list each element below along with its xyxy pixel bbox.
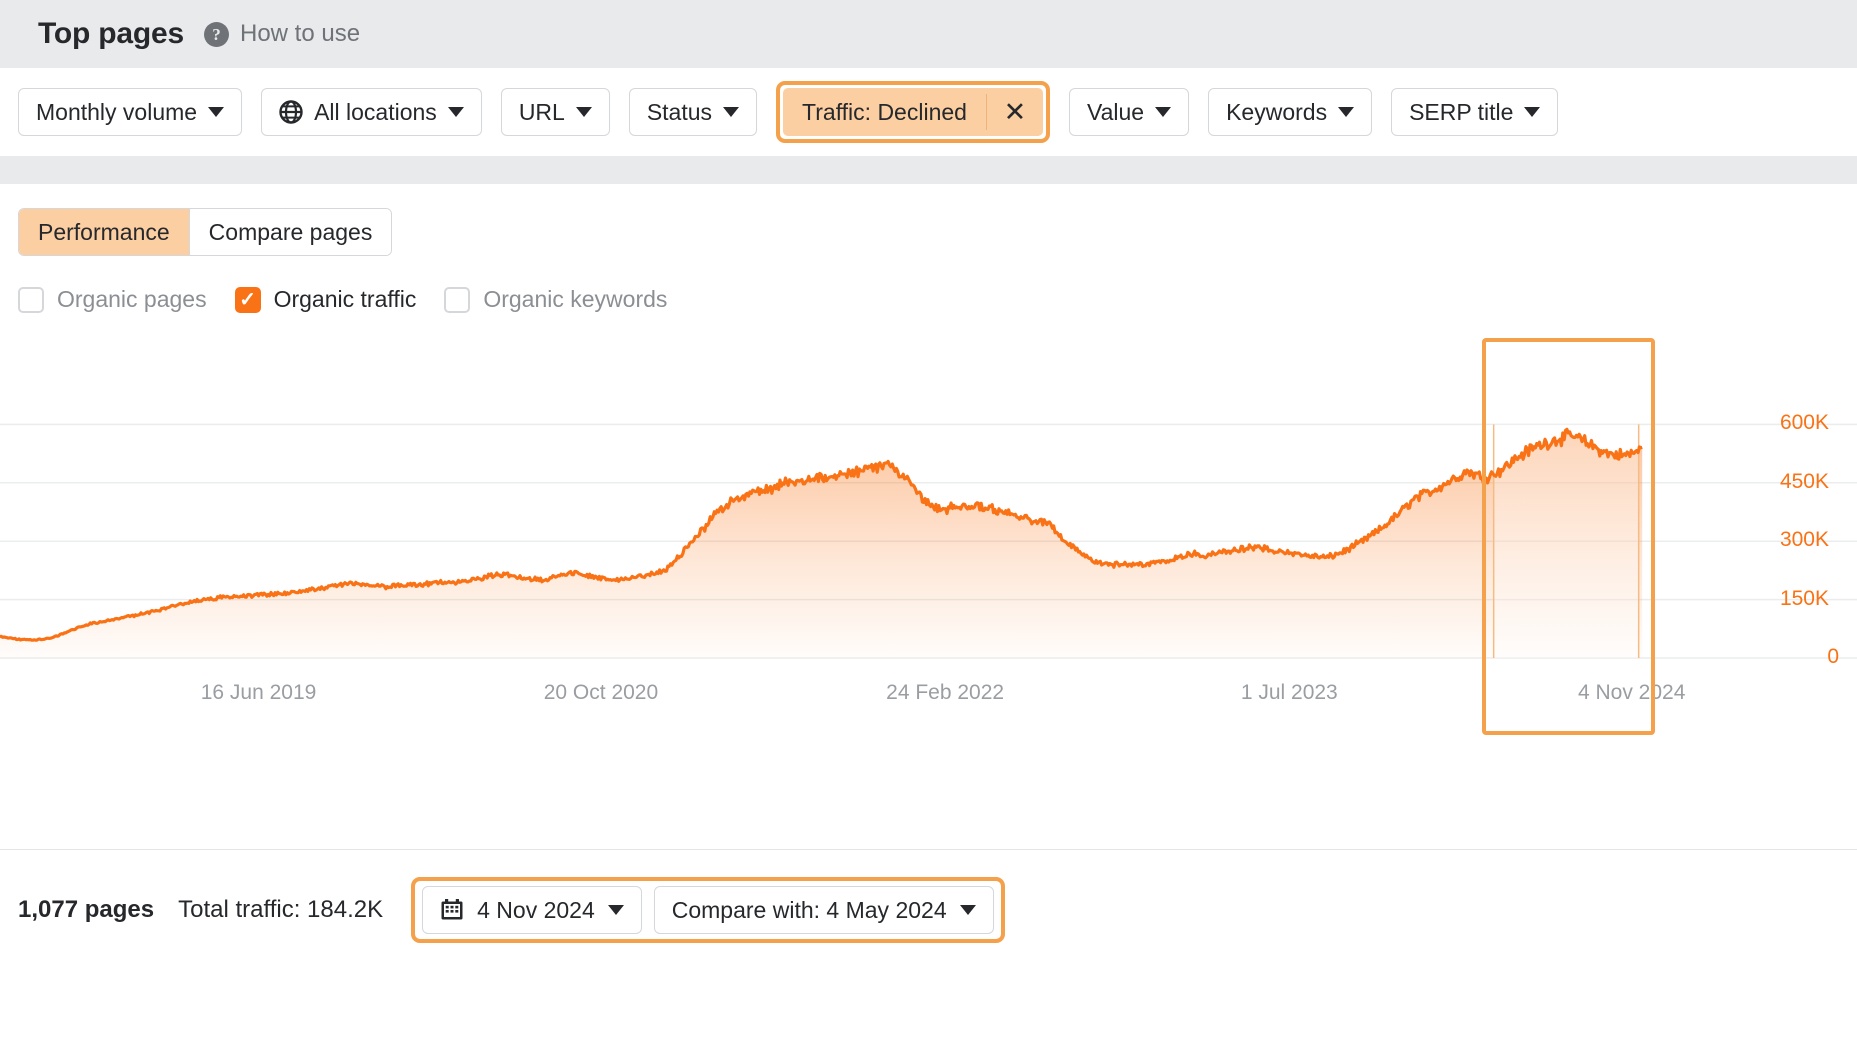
filter-value[interactable]: Value [1069, 88, 1189, 136]
view-tabs: Performance Compare pages [18, 208, 392, 256]
checkbox-label: Organic traffic [274, 286, 417, 313]
chevron-down-icon [448, 107, 464, 117]
checkbox-label: Organic keywords [483, 286, 667, 313]
chevron-down-icon [208, 107, 224, 117]
date-picker-button[interactable]: 4 Nov 2024 [422, 886, 642, 934]
checkbox-organic-keywords[interactable]: Organic keywords [444, 286, 667, 313]
filter-bar: Monthly volume All locations URL Status [0, 68, 1857, 156]
filter-status[interactable]: Status [629, 88, 757, 136]
checkbox-box-checked[interactable] [235, 287, 261, 313]
filter-serp-title[interactable]: SERP title [1391, 88, 1558, 136]
filter-traffic-declined[interactable]: Traffic: Declined ✕ [783, 88, 1043, 136]
active-filter-label: Traffic: Declined [783, 88, 986, 136]
date-picker-label: 4 Nov 2024 [477, 897, 595, 924]
page-header: Top pages ? How to use [0, 0, 1857, 68]
close-x-icon[interactable]: ✕ [987, 88, 1043, 136]
x-axis-tick: 20 Oct 2020 [544, 681, 658, 705]
filter-label: URL [519, 99, 565, 126]
chevron-down-icon [1338, 107, 1354, 117]
filter-label: SERP title [1409, 99, 1513, 126]
tabs-row: Performance Compare pages [0, 184, 1857, 256]
total-traffic: Total traffic: 184.2K [178, 896, 383, 924]
compare-date-label: Compare with: 4 May 2024 [672, 897, 947, 924]
checkbox-label: Organic pages [57, 286, 207, 313]
chevron-down-icon [960, 905, 976, 915]
traffic-chart[interactable]: 0150K300K450K600K 16 Jun 201920 Oct 2020… [0, 351, 1857, 821]
x-axis-tick: 1 Jul 2023 [1241, 681, 1338, 705]
filter-label: Value [1087, 99, 1144, 126]
checkbox-box[interactable] [18, 287, 44, 313]
page-title: Top pages [38, 17, 184, 51]
x-axis-tick: 4 Nov 2024 [1578, 681, 1685, 705]
calendar-icon [440, 898, 464, 922]
checkbox-box[interactable] [444, 287, 470, 313]
chevron-down-icon [576, 107, 592, 117]
chevron-down-icon [723, 107, 739, 117]
filter-label: Status [647, 99, 712, 126]
tab-compare-pages[interactable]: Compare pages [189, 209, 392, 255]
how-to-use-label: How to use [240, 20, 360, 48]
chevron-down-icon [1524, 107, 1540, 117]
checkbox-organic-traffic[interactable]: Organic traffic [235, 286, 417, 313]
metric-toggles: Organic pages Organic traffic Organic ke… [0, 256, 1857, 313]
tab-performance[interactable]: Performance [19, 209, 189, 255]
section-divider-strip [0, 156, 1857, 184]
date-controls-highlight: 4 Nov 2024 Compare with: 4 May 2024 [411, 877, 1005, 943]
filter-keywords[interactable]: Keywords [1208, 88, 1372, 136]
filter-label: Keywords [1226, 99, 1327, 126]
filter-url[interactable]: URL [501, 88, 610, 136]
globe-icon [279, 100, 303, 124]
chart-x-axis: 16 Jun 2019 20 Oct 2020 24 Feb 2022 1 Jul 2… [0, 351, 1857, 821]
bottom-bar: 1,077 pages Total traffic: 184.2K [0, 850, 1857, 943]
chevron-down-icon [1155, 107, 1171, 117]
active-filter-highlight: Traffic: Declined ✕ [776, 81, 1050, 143]
pages-count: 1,077 pages [18, 896, 154, 924]
chevron-down-icon [608, 905, 624, 915]
x-axis-tick: 24 Feb 2022 [886, 681, 1004, 705]
top-pages-screen: Top pages ? How to use Monthly volume Al… [0, 0, 1857, 1052]
question-mark-icon: ? [204, 22, 229, 47]
checkbox-organic-pages[interactable]: Organic pages [18, 286, 207, 313]
filter-all-locations[interactable]: All locations [261, 88, 482, 136]
filter-label: Monthly volume [36, 99, 197, 126]
filter-monthly-volume[interactable]: Monthly volume [18, 88, 242, 136]
how-to-use-link[interactable]: ? How to use [204, 20, 360, 48]
x-axis-tick: 16 Jun 2019 [201, 681, 317, 705]
compare-date-button[interactable]: Compare with: 4 May 2024 [654, 886, 994, 934]
filter-label: All locations [314, 99, 437, 126]
